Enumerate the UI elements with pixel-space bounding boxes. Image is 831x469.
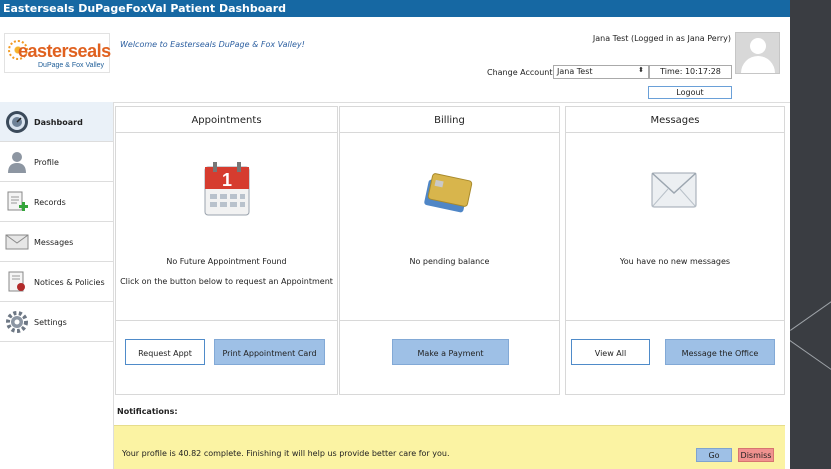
easterseals-logo[interactable]: easterseals DuPage & Fox Valley	[4, 33, 111, 73]
person-icon	[8, 152, 26, 173]
go-button[interactable]: Go	[696, 448, 732, 462]
sidebar-item-settings[interactable]: Settings	[0, 302, 113, 342]
time-display: Time: 10:17:28	[649, 65, 732, 79]
window-title: Easterseals DuPageFoxVal Patient Dashboa…	[3, 2, 287, 15]
credit-cards-icon	[424, 173, 473, 213]
messages-footer: View All Message the Office	[566, 320, 784, 365]
gear-icon	[6, 311, 28, 333]
logged-in-user: Jana Test (Logged in as Jana Perry)	[592, 34, 731, 43]
sidebar-item-label: Notices & Policies	[34, 278, 105, 287]
appointments-title: Appointments	[116, 107, 337, 133]
appointments-footer: Request Appt Print Appointment Card	[116, 320, 337, 365]
billing-footer: Make a Payment	[340, 320, 559, 365]
sidebar: Dashboard Profile Records Messages Notic…	[0, 102, 114, 469]
sidebar-item-label: Profile	[34, 158, 59, 167]
logo-brand-text: easterseals	[18, 41, 111, 61]
change-account-label: Change Account	[487, 68, 553, 77]
sidebar-item-notices-policies[interactable]: Notices & Policies	[0, 262, 113, 302]
billing-status-text: No pending balance	[409, 257, 490, 266]
sidebar-item-profile[interactable]: Profile	[0, 142, 113, 182]
sidebar-item-label: Dashboard	[34, 118, 83, 127]
calendar-day-number: 1	[222, 170, 232, 190]
dismiss-button[interactable]: Dismiss	[738, 448, 774, 462]
sidebar-item-messages[interactable]: Messages	[0, 222, 113, 262]
sidebar-item-label: Records	[34, 198, 66, 207]
messages-panel: Messages You have no new messages View A…	[565, 106, 785, 395]
logo-sub-text: DuPage & Fox Valley	[38, 62, 105, 69]
message-office-button[interactable]: Message the Office	[665, 339, 775, 365]
request-appt-button[interactable]: Request Appt	[125, 339, 205, 365]
appointment-hint-text: Click on the button below to request an …	[120, 277, 333, 286]
avatar[interactable]	[735, 32, 780, 74]
window-title-bar: Easterseals DuPageFoxVal Patient Dashboa…	[0, 0, 790, 17]
records-add-icon	[7, 191, 28, 211]
notification-banner: Your profile is 40.82 complete. Finishin…	[114, 425, 785, 469]
change-account-select[interactable]: Jana Test ⬍	[553, 65, 649, 79]
dashboard-icon	[6, 111, 28, 133]
messages-status-text: You have no new messages	[619, 257, 731, 266]
appointments-panel: Appointments 1 No Future Appointment Fou…	[115, 106, 338, 395]
account-selected-value: Jana Test	[557, 67, 593, 76]
calendar-icon: 1	[204, 162, 250, 216]
envelope-icon	[5, 234, 29, 250]
select-arrows-icon: ⬍	[638, 66, 644, 74]
billing-panel: Billing No pending balance Make a Paymen…	[339, 106, 560, 395]
notification-text: Your profile is 40.82 complete. Finishin…	[122, 449, 450, 458]
notifications-label: Notifications:	[117, 407, 178, 416]
view-all-button[interactable]: View All	[571, 339, 650, 365]
sidebar-item-records[interactable]: Records	[0, 182, 113, 222]
notice-icon	[8, 271, 25, 292]
print-appointment-card-button[interactable]: Print Appointment Card	[214, 339, 325, 365]
logout-button[interactable]: Logout	[648, 86, 732, 99]
billing-title: Billing	[340, 107, 559, 133]
sidebar-item-label: Messages	[34, 238, 74, 247]
no-appointment-text: No Future Appointment Found	[166, 257, 287, 266]
app-area: easterseals DuPage & Fox Valley Welcome …	[0, 17, 790, 469]
envelope-icon	[651, 172, 697, 208]
messages-title: Messages	[566, 107, 784, 133]
header: easterseals DuPage & Fox Valley Welcome …	[0, 17, 790, 103]
avatar-head-icon	[750, 38, 766, 54]
welcome-text: Welcome to Easterseals DuPage & Fox Vall…	[120, 40, 305, 49]
make-payment-button[interactable]: Make a Payment	[392, 339, 509, 365]
avatar-body-icon	[741, 56, 775, 73]
sidebar-item-label: Settings	[34, 318, 67, 327]
sidebar-item-dashboard[interactable]: Dashboard	[0, 102, 113, 142]
desktop-background	[790, 0, 831, 469]
